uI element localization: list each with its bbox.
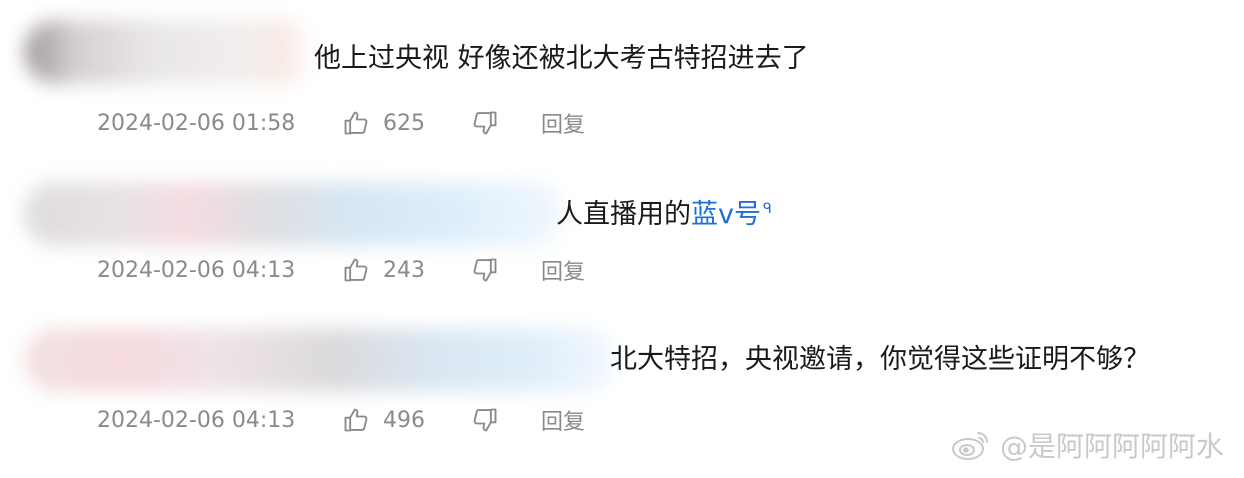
comment-meta: 2024-02-06 04:13 496 回复 [97, 403, 585, 437]
comment-timestamp: 2024-02-06 01:58 [97, 110, 296, 136]
like-count: 496 [383, 407, 425, 433]
blurred-username-3 [24, 328, 616, 392]
thumbs-up-icon[interactable] [341, 255, 371, 285]
reply-button[interactable]: 回复 [541, 254, 585, 286]
like-count: 625 [383, 110, 425, 136]
search-icon[interactable]: ᑫ [763, 201, 772, 217]
comment-text-part: 人直播用的 [556, 199, 691, 230]
thumbs-down-icon[interactable] [470, 255, 500, 285]
blue-v-link[interactable]: 蓝v号 [691, 199, 761, 230]
comment-text: 他上过央视 好像还被北大考古特招进去了 [314, 43, 809, 74]
thumbs-down-icon[interactable] [470, 405, 500, 435]
like-count: 243 [383, 257, 425, 283]
weibo-logo-icon [950, 427, 994, 463]
thumbs-up-icon[interactable] [341, 108, 371, 138]
comment-meta: 2024-02-06 04:13 243 回复 [97, 253, 585, 287]
comment-timestamp: 2024-02-06 04:13 [97, 257, 296, 283]
blurred-username-1 [24, 20, 314, 84]
comment-timestamp: 2024-02-06 04:13 [97, 407, 296, 433]
watermark-text: @是阿阿阿阿阿水 [999, 430, 1224, 463]
comment-meta: 2024-02-06 01:58 625 回复 [97, 106, 585, 140]
comment-text: 人直播用的蓝v号 ᑫ [556, 192, 772, 232]
watermark: @是阿阿阿阿阿水 [950, 427, 1224, 463]
thumbs-up-icon[interactable] [341, 405, 371, 435]
reply-button[interactable]: 回复 [541, 404, 585, 436]
thumbs-down-icon[interactable] [470, 108, 500, 138]
blurred-username-2 [24, 182, 564, 246]
reply-button[interactable]: 回复 [541, 107, 585, 139]
comment-text: 北大特招，央视邀请，你觉得这些证明不够？ [610, 344, 1150, 375]
